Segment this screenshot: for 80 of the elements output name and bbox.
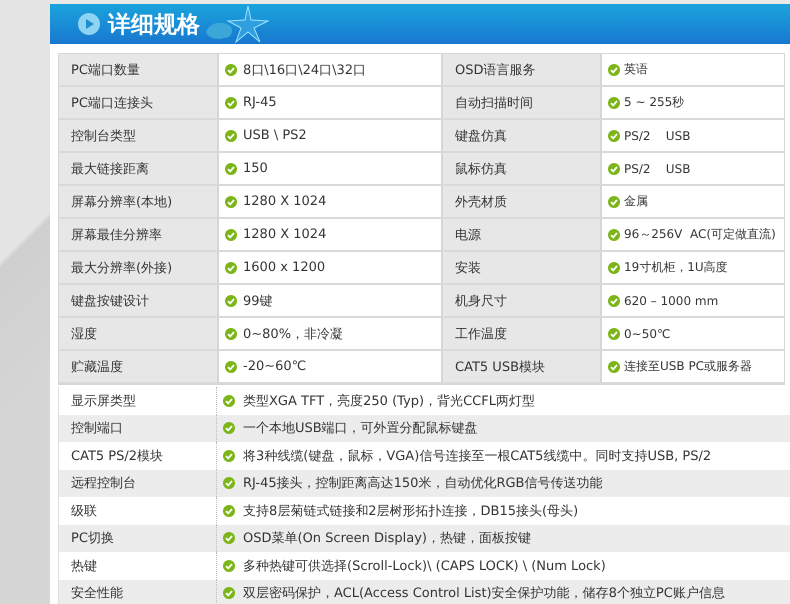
check-icon (223, 504, 235, 517)
spec-label: PC端口数量 (59, 54, 217, 85)
spec-value: 0~50℃ (602, 318, 784, 349)
check-icon (608, 360, 620, 372)
spec-value: -20~60℃ (219, 351, 441, 382)
spec-value: PS/2 USB (602, 120, 784, 151)
spec-value: 类型XGA TFT，亮度250 (Typ)，背光CCFL两灯型 (217, 387, 790, 414)
check-icon (225, 96, 237, 108)
spec-value: 96～256V AC(可定做直流) (602, 219, 784, 250)
check-icon (223, 450, 235, 462)
spec-value: RJ-45接头，控制距离高达150米，自动优化RGB信号传送功能 (217, 470, 790, 497)
check-icon (223, 532, 235, 544)
spec-value: 150 (219, 153, 441, 184)
check-icon (608, 262, 620, 274)
check-icon (225, 360, 237, 372)
check-icon (608, 130, 620, 142)
spec-label: 湿度 (59, 318, 217, 349)
check-icon (608, 96, 620, 108)
spec-label: CAT5 USB模块 (443, 351, 600, 382)
starfish-drawing (204, 4, 270, 44)
spec-value: PS/2 USB (602, 153, 784, 184)
spec-value: 英语 (602, 54, 784, 85)
spec-label: 最大链接距离 (59, 153, 217, 184)
spec-label: 安全性能 (59, 580, 217, 604)
spec-label: 屏幕最佳分辨率 (59, 219, 217, 250)
check-icon (223, 587, 235, 600)
check-icon (608, 294, 620, 306)
spec-value: 5 ~ 255秒 (602, 87, 784, 118)
spec-label: 安装 (443, 252, 600, 283)
spec-label: 键盘仿真 (443, 120, 600, 151)
spec-label: 鼠标仿真 (443, 153, 600, 184)
spec-value: 金属 (602, 186, 784, 217)
check-icon (223, 394, 235, 407)
check-icon (223, 422, 235, 434)
spec-value: 1600 x 1200 (219, 252, 441, 283)
check-icon (225, 294, 237, 306)
spec-label: PC端口连接头 (59, 87, 217, 118)
spec-value: 一个本地USB端口，可外置分配鼠标键盘 (217, 414, 790, 442)
spec-value: 多种热键可供选择(Scroll-Lock)\ (CAPS LOCK) \ (Num Lock) (217, 552, 790, 580)
spec-value: 1280 X 1024 (219, 219, 441, 250)
check-icon (608, 228, 620, 240)
spec-label: 工作温度 (443, 318, 600, 349)
spec-label: 控制台类型 (59, 120, 217, 151)
check-icon (225, 196, 237, 208)
spec-value: 0~80%，非冷凝 (219, 318, 441, 349)
spec-value: 1280 X 1024 (219, 186, 441, 217)
play-icon (78, 13, 100, 35)
check-icon (608, 196, 620, 208)
check-icon (608, 162, 620, 174)
spec-label: 自动扫描时间 (443, 87, 600, 118)
check-icon (608, 64, 620, 76)
check-icon (223, 477, 235, 490)
spec-value: RJ-45 (219, 87, 441, 118)
spec-label: OSD语言服务 (443, 54, 600, 85)
check-icon (225, 328, 237, 340)
spec-value: OSD菜单(On Screen Display)，热键，面板按键 (217, 524, 790, 552)
check-icon (225, 64, 237, 76)
spec-label: 电源 (443, 219, 600, 250)
spec-value: 620 – 1000 mm (602, 285, 784, 316)
check-icon (225, 228, 237, 240)
spec-label: 屏幕分辨率(本地) (59, 186, 217, 217)
check-icon (225, 262, 237, 274)
spec-label: 最大分辨率(外接) (59, 252, 217, 283)
spec-value: 19寸机柜，1U高度 (602, 252, 784, 283)
spec-value: 支持8层菊链式链接和2层树形拓扑连接，DB15接头(母头) (217, 497, 790, 524)
spec-value: 99键 (219, 285, 441, 316)
spec-value: 连接至USB PC或服务器 (602, 351, 784, 382)
check-icon (225, 162, 237, 174)
spec-value: 双层密码保护，ACL(Access Control List)安全保护功能，储存8个独立PC账户信息 (217, 580, 790, 604)
section-title: 详细规格 (108, 10, 200, 40)
check-icon (608, 328, 620, 340)
check-icon (225, 130, 237, 142)
check-icon (223, 560, 235, 572)
spec-value: 将3种线缆(键盘，鼠标，VGA)信号连接至一根CAT5线缆中。同时支持USB, PS/2 (217, 442, 790, 470)
spec-value: 8口\16口\24口\32口 (219, 54, 441, 85)
spec-label: 外壳材质 (443, 186, 600, 217)
spec-label: 键盘按键设计 (59, 285, 217, 316)
spec-label: 机身尺寸 (443, 285, 600, 316)
spec-value: USB \ PS2 (219, 120, 441, 151)
spec-label: 贮藏温度 (59, 351, 217, 382)
